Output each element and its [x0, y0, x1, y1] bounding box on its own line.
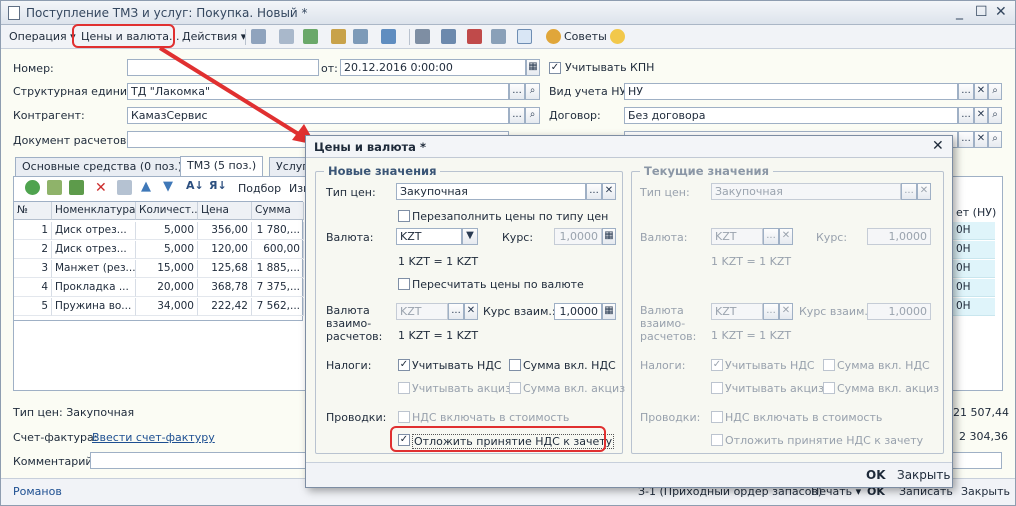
- rate-field[interactable]: 1,0000: [554, 228, 602, 245]
- posting-label: Проводки:: [326, 411, 387, 424]
- close-dialog-icon[interactable]: ✕: [932, 138, 944, 154]
- select-button: ...: [763, 228, 779, 245]
- sum-excise-checkbox[interactable]: [509, 382, 521, 394]
- vat-checkbox[interactable]: ✓: [398, 359, 410, 371]
- cur-sum-vat-label: Сумма вкл. НДС: [837, 359, 930, 372]
- settle-currency-label: Валюта взаимо-расчетов:: [326, 304, 383, 343]
- vat-cost-label: НДС включать в стоимость: [412, 411, 570, 424]
- settle-rate-label: Курс взаим.:: [483, 305, 556, 318]
- chevron-down-icon[interactable]: ▼: [462, 228, 478, 245]
- cur-settle-rate-text: 1 KZT = 1 KZT: [711, 329, 792, 342]
- taxes-label: Налоги:: [326, 359, 372, 372]
- sum-vat-checkbox[interactable]: [509, 359, 521, 371]
- cur-settle-rate-field: 1,0000: [867, 303, 931, 320]
- clear-icon: ✕: [779, 228, 793, 245]
- dialog-ok-button[interactable]: OK: [866, 468, 886, 482]
- current-values-title: Текущие значения: [640, 164, 773, 178]
- cur-currency-field: KZT: [711, 228, 763, 245]
- highlight-box: [390, 426, 606, 452]
- dialog-title: Цены и валюта *: [306, 136, 952, 158]
- cur-price-type-label: Тип цен:: [640, 186, 690, 199]
- cur-posting-label: Проводки:: [640, 411, 701, 424]
- dialog-close-button[interactable]: Закрыть: [897, 468, 950, 482]
- settle-currency-field[interactable]: KZT: [396, 303, 448, 320]
- vat-cost-checkbox[interactable]: [398, 411, 410, 423]
- cur-vat-label: Учитывать НДС: [725, 359, 815, 372]
- cur-sum-excise-label: Сумма вкл. акциз: [837, 382, 940, 395]
- cur-defer-checkbox: [711, 434, 723, 446]
- cur-sum-excise-checkbox: [823, 382, 835, 394]
- price-type-field[interactable]: Закупочная: [396, 183, 586, 200]
- select-button[interactable]: ...: [586, 183, 602, 200]
- calculator-icon[interactable]: ▦: [602, 303, 616, 320]
- rate-text: 1 KZT = 1 KZT: [398, 255, 479, 268]
- cur-vat-cost-label: НДС включать в стоимость: [725, 411, 883, 424]
- calculator-icon[interactable]: ▦: [602, 228, 616, 245]
- cur-settle-field: KZT: [711, 303, 763, 320]
- cur-rate-label: Курс:: [816, 231, 848, 244]
- currency-select[interactable]: KZT: [396, 228, 462, 245]
- select-button: ...: [763, 303, 779, 320]
- clear-icon: ✕: [917, 183, 931, 200]
- prices-currency-dialog: Цены и валюта * ✕ Новые значения Тип цен…: [305, 135, 953, 488]
- cur-sum-vat-checkbox: [823, 359, 835, 371]
- recalc-checkbox[interactable]: [398, 278, 410, 290]
- cur-settle-label: Валюта взаимо-расчетов:: [640, 304, 697, 343]
- cur-currency-label: Валюта:: [640, 231, 688, 244]
- sum-excise-label: Сумма вкл. акциз: [523, 382, 626, 395]
- cur-settle-rate-label: Курс взаим.:: [799, 305, 872, 318]
- new-values-title: Новые значения: [324, 164, 441, 178]
- settle-rate-text: 1 KZT = 1 KZT: [398, 329, 479, 342]
- cur-vat-cost-checkbox: [711, 411, 723, 423]
- rate-label: Курс:: [502, 231, 534, 244]
- vat-label: Учитывать НДС: [412, 359, 502, 372]
- cur-defer-label: Отложить принятие НДС к зачету: [725, 434, 924, 447]
- select-button: ...: [901, 183, 917, 200]
- excise-label: Учитывать акциз: [412, 382, 511, 395]
- currency-label: Валюта:: [326, 231, 374, 244]
- refill-label: Перезаполнить цены по типу цен: [412, 210, 609, 223]
- dialog-footer: OK Закрыть: [306, 462, 952, 487]
- recalc-label: Пересчитать цены по валюте: [412, 278, 584, 291]
- clear-icon: ✕: [779, 303, 793, 320]
- cur-excise-label: Учитывать акциз: [725, 382, 824, 395]
- settle-rate-field[interactable]: 1,0000: [554, 303, 602, 320]
- sum-vat-label: Сумма вкл. НДС: [523, 359, 616, 372]
- refill-checkbox[interactable]: [398, 210, 410, 222]
- excise-checkbox[interactable]: [398, 382, 410, 394]
- cur-rate-text: 1 KZT = 1 KZT: [711, 255, 792, 268]
- cur-rate-field: 1,0000: [867, 228, 931, 245]
- clear-icon[interactable]: ✕: [602, 183, 616, 200]
- select-button[interactable]: ...: [448, 303, 464, 320]
- cur-vat-checkbox: ✓: [711, 359, 723, 371]
- cur-taxes-label: Налоги:: [640, 359, 686, 372]
- cur-price-type-field: Закупочная: [711, 183, 901, 200]
- price-type-label: Тип цен:: [326, 186, 376, 199]
- cur-excise-checkbox: [711, 382, 723, 394]
- clear-icon[interactable]: ✕: [464, 303, 478, 320]
